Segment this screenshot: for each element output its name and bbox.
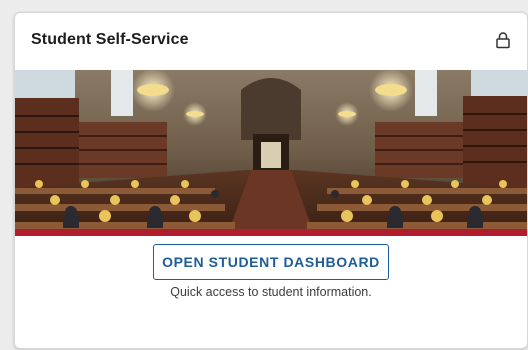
accent-bar [15, 229, 527, 236]
card-description: Quick access to student information. [170, 285, 372, 299]
open-student-dashboard-button[interactable]: OPEN STUDENT DASHBOARD [153, 244, 389, 280]
library-reading-room-photo [15, 70, 527, 236]
student-self-service-card: Student Self-Service OPEN STUDENT DASHBO… [14, 12, 528, 349]
card-header: Student Self-Service [15, 13, 527, 69]
card-title: Student Self-Service [31, 31, 189, 48]
lock-icon [495, 31, 511, 49]
